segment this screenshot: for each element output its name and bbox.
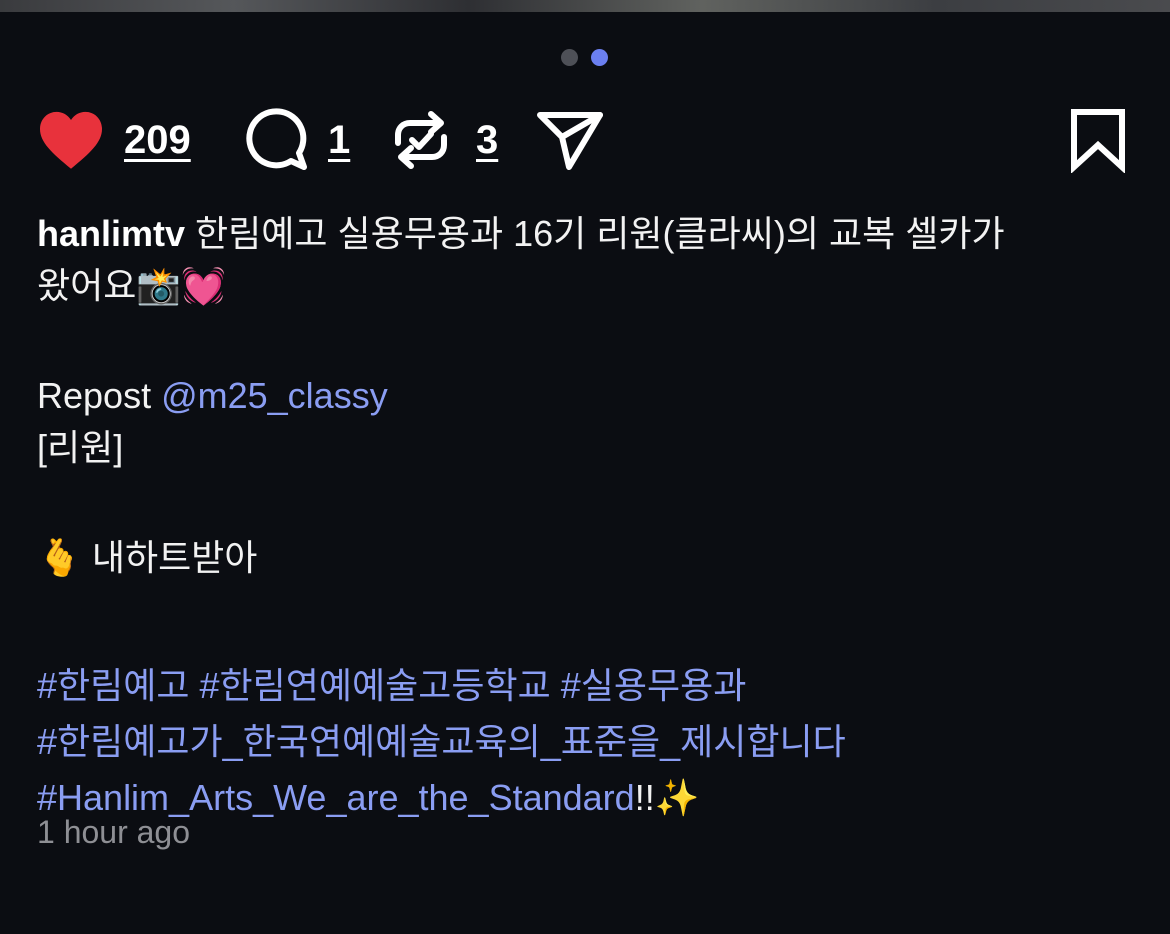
hashtag-link[interactable]: #실용무용과 — [561, 665, 747, 706]
hashtag-link[interactable]: #한림연예예술고등학교 — [200, 665, 551, 706]
hashtag-suffix: !!✨ — [634, 777, 700, 818]
comment-button[interactable]: 1 — [244, 104, 350, 176]
mention-link[interactable]: @m25_classy — [161, 375, 388, 416]
share-button[interactable] — [536, 104, 604, 176]
heart-line: 🫰 내하트받아 — [37, 537, 258, 578]
hashtag-link[interactable]: #Hanlim_Arts_We_are_the_Standard — [37, 777, 635, 818]
like-count[interactable]: 209 — [124, 118, 191, 163]
repost-count[interactable]: 3 — [476, 118, 498, 163]
like-button[interactable]: 209 — [36, 104, 191, 176]
repost-label: Repost — [37, 375, 162, 416]
carousel-dot-2-active[interactable] — [591, 49, 608, 66]
caption-text: 한림예고 실용무용과 16기 리원(클라씨)의 교복 셀카가 — [185, 213, 1005, 254]
hashtag-line-3: #Hanlim_Arts_We_are_the_Standard!!✨ — [37, 770, 1137, 826]
media-image-bottom-edge[interactable] — [0, 0, 1170, 12]
bookmark-icon[interactable] — [1068, 107, 1128, 173]
hashtag-block: #한림예고 #한림연예예술고등학교 #실용무용과 #한림예고가_한국연예예술교육… — [37, 658, 1137, 826]
share-icon[interactable] — [536, 109, 604, 171]
caption-second-line: 왔어요📸💓 — [37, 265, 227, 306]
post-username[interactable]: hanlimtv — [37, 213, 185, 254]
carousel-indicator — [561, 49, 608, 66]
hashtag-line-2: #한림예고가_한국연예예술교육의_표준을_제시합니다 — [37, 714, 1137, 770]
carousel-dot-1[interactable] — [561, 49, 578, 66]
heart-icon[interactable] — [36, 109, 106, 171]
bookmark-button[interactable] — [1068, 104, 1128, 176]
post-timestamp[interactable]: 1 hour ago — [37, 814, 190, 851]
repost-credit-line: Repost @m25_classy — [37, 370, 1137, 422]
comment-icon[interactable] — [244, 108, 308, 172]
post-action-bar: 209 1 3 — [36, 104, 1130, 176]
hashtag-link[interactable]: #한림예고 — [37, 665, 190, 706]
post-caption: hanlimtv 한림예고 실용무용과 16기 리원(클라씨)의 교복 셀카가 … — [37, 208, 1137, 826]
name-line: [리원] — [37, 427, 124, 468]
repost-icon[interactable] — [390, 107, 452, 173]
caption-first-line: hanlimtv 한림예고 실용무용과 16기 리원(클라씨)의 교복 셀카가 — [37, 208, 1137, 260]
comment-count[interactable]: 1 — [328, 118, 350, 163]
repost-button[interactable]: 3 — [390, 104, 498, 176]
hashtag-link[interactable]: #한림예고가_한국연예예술교육의_표준을_제시합니다 — [37, 721, 846, 762]
hashtag-line-1: #한림예고 #한림연예예술고등학교 #실용무용과 — [37, 658, 1137, 714]
